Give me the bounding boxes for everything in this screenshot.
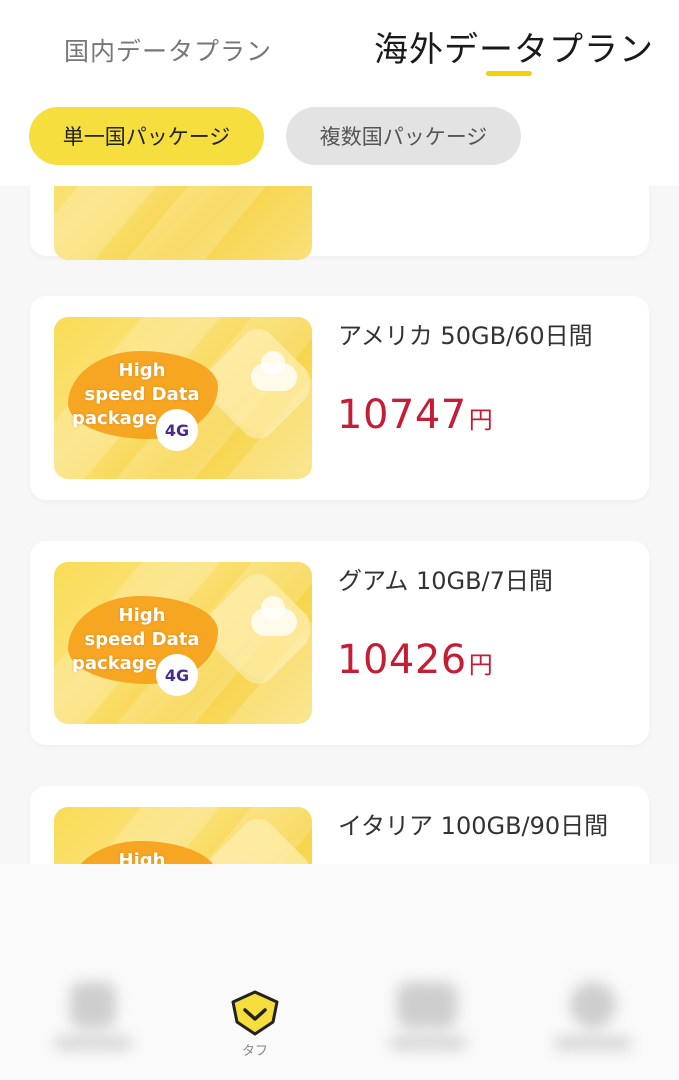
account-icon xyxy=(570,982,616,1028)
package-filter-row: 単一国パッケージ 複数国パッケージ xyxy=(0,92,679,186)
nav-label-blurred xyxy=(554,1036,632,1050)
multi-country-package-button[interactable]: 複数国パッケージ xyxy=(286,107,521,165)
product-image xyxy=(54,186,312,260)
product-price: 10747円 xyxy=(337,392,493,438)
orders-icon xyxy=(397,982,457,1028)
product-price: 10426円 xyxy=(337,637,493,683)
nav-label-blurred xyxy=(54,1036,132,1050)
nav-item-account[interactable] xyxy=(530,970,650,1060)
product-title: グアム 10GB/7日間 xyxy=(338,567,553,595)
product-card[interactable]: High イタリア 100GB/90日間 xyxy=(30,786,649,864)
home-icon xyxy=(70,982,116,1028)
tab-domestic-data-plan[interactable]: 国内データプラン xyxy=(64,32,272,68)
product-image: High speed Data package 4G xyxy=(54,317,312,479)
chevron-down-shield-icon xyxy=(231,990,279,1036)
product-title: イタリア 100GB/90日間 xyxy=(338,812,609,840)
4g-badge-icon: 4G xyxy=(156,654,198,696)
nav-item-active[interactable]: タフ xyxy=(195,970,315,1060)
single-country-package-button[interactable]: 単一国パッケージ xyxy=(29,107,264,165)
nav-item-home[interactable] xyxy=(30,970,150,1060)
product-card[interactable]: High speed Data package 4G アメリカ 50GB/60日… xyxy=(30,296,649,500)
nav-item-orders[interactable] xyxy=(365,970,485,1060)
product-title: アメリカ 50GB/60日間 xyxy=(338,322,593,350)
product-image: High speed Data package 4G xyxy=(54,562,312,724)
bottom-nav: タフ xyxy=(0,960,679,1080)
cloud-icon xyxy=(251,596,297,636)
product-list[interactable]: High speed Data package 4G アメリカ 50GB/60日… xyxy=(0,186,679,864)
nav-label-blurred xyxy=(389,1036,467,1050)
nav-active-label: タフ xyxy=(241,1044,268,1059)
promo-text: High xyxy=(118,850,166,864)
tab-overseas-data-plan[interactable]: 海外データプラン xyxy=(374,22,654,71)
cloud-icon xyxy=(251,351,297,391)
top-tab-bar: 国内データプラン 海外データプラン xyxy=(0,0,679,92)
4g-badge-icon: 4G xyxy=(156,409,198,451)
active-tab-indicator xyxy=(486,71,532,76)
product-image: High xyxy=(54,807,312,864)
product-card[interactable]: High speed Data package 4G グアム 10GB/7日間 … xyxy=(30,541,649,745)
product-card[interactable] xyxy=(30,186,649,260)
